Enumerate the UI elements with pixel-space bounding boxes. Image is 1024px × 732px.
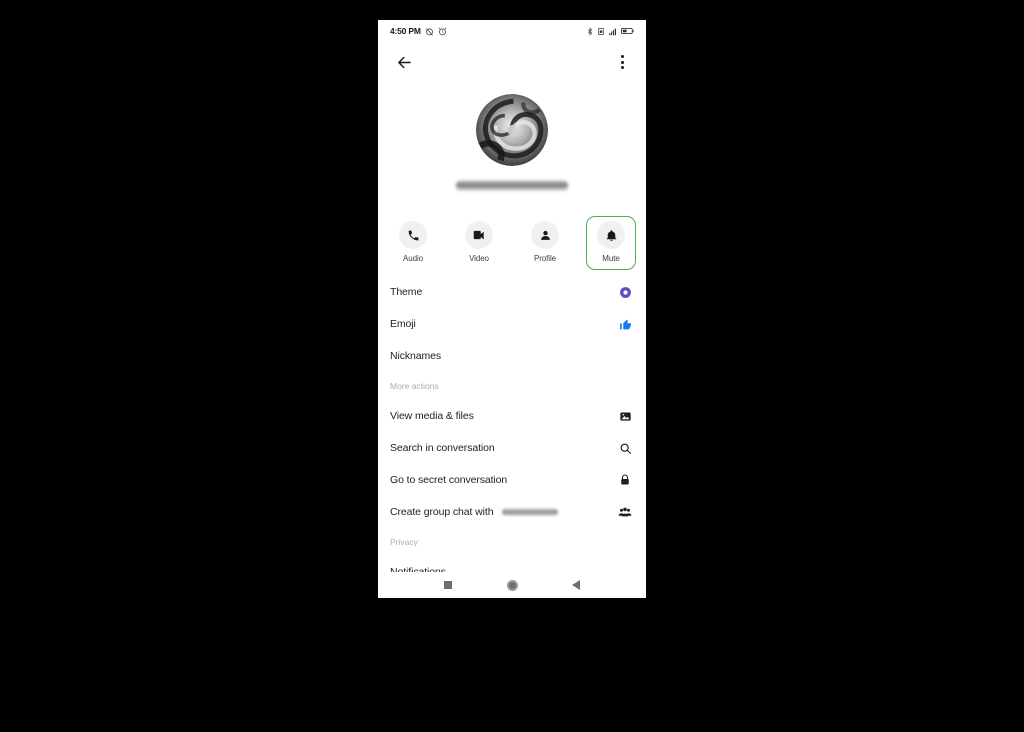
- square-icon: [444, 581, 452, 589]
- more-vertical-icon: [620, 66, 624, 69]
- section-header-privacy: Privacy: [390, 537, 418, 547]
- phone-icon: [408, 230, 418, 240]
- nav-back-button[interactable]: [567, 576, 585, 594]
- action-audio-label: Audio: [403, 254, 423, 263]
- phone-screen: 4:50 PM Audio Video Profile Mute Theme E…: [378, 20, 646, 598]
- profile-name-redacted: [456, 180, 568, 191]
- list-item-nicknames[interactable]: Nicknames: [378, 340, 646, 372]
- list-item-label-group: Create group chat with: [390, 506, 559, 518]
- list-item-label: Create group chat with: [390, 506, 494, 518]
- quick-actions-row: Audio Video Profile Mute: [378, 216, 646, 272]
- action-video[interactable]: Video: [454, 216, 504, 264]
- action-audio[interactable]: Audio: [388, 216, 438, 264]
- action-audio-circle: [399, 221, 427, 249]
- list-item-view-media-files[interactable]: View media & files: [378, 400, 646, 432]
- status-bar-clock: 4:50 PM: [390, 26, 421, 36]
- list-item-theme[interactable]: Theme: [378, 276, 646, 308]
- nav-recents-button[interactable]: [439, 576, 457, 594]
- triangle-back-icon: [572, 580, 580, 590]
- alarm-off-icon: [425, 27, 433, 35]
- avatar[interactable]: [476, 94, 548, 166]
- status-bar: 4:50 PM: [378, 20, 646, 42]
- action-mute-circle: [597, 221, 625, 249]
- action-video-label: Video: [469, 254, 489, 263]
- app-bar: [378, 42, 646, 82]
- image-icon: [616, 407, 634, 425]
- more-vertical-icon: [620, 55, 624, 58]
- sim-card-icon: [598, 27, 604, 35]
- section-header-more-actions: More actions: [390, 381, 439, 391]
- group-icon: [616, 503, 634, 521]
- screenshot-canvas: 4:50 PM Audio Video Profile Mute Theme E…: [0, 0, 1024, 732]
- status-bar-right: [586, 26, 634, 36]
- person-icon: [540, 230, 550, 240]
- nav-home-button[interactable]: [503, 576, 521, 594]
- action-mute[interactable]: Mute: [586, 216, 636, 270]
- battery-icon: [621, 27, 634, 35]
- list-item-label: Nicknames: [390, 350, 442, 362]
- list-item-create-group-chat[interactable]: Create group chat with: [378, 496, 646, 528]
- bluetooth-icon: [588, 26, 593, 36]
- settings-list: Theme Emoji Nicknames More actions View …: [378, 276, 646, 588]
- action-profile-circle: [531, 221, 559, 249]
- overflow-menu-button[interactable]: [612, 50, 632, 74]
- list-item-go-to-secret-conversation[interactable]: Go to secret conversation: [378, 464, 646, 496]
- android-nav-bar: [378, 572, 646, 598]
- action-profile-label: Profile: [534, 254, 556, 263]
- circle-icon: [506, 579, 518, 591]
- list-item-label: Emoji: [390, 318, 416, 330]
- bell-icon: [606, 229, 616, 241]
- contact-name-redacted: [502, 508, 559, 516]
- action-profile[interactable]: Profile: [520, 216, 570, 264]
- list-item-label: View media & files: [390, 410, 474, 422]
- videocam-icon: [473, 230, 484, 240]
- profile-hero: [378, 82, 646, 210]
- back-button[interactable]: [392, 50, 416, 74]
- thumbs-up-icon: [616, 315, 634, 333]
- arrow-left-icon: [397, 56, 411, 68]
- swirl-avatar-image: [476, 94, 548, 166]
- signal-bars-icon: [609, 28, 616, 35]
- clock-icon: [438, 27, 446, 35]
- list-item-label: Go to secret conversation: [390, 474, 508, 486]
- more-vertical-icon: [620, 60, 624, 64]
- list-item-label: Search in conversation: [390, 442, 495, 454]
- list-item-search-in-conversation[interactable]: Search in conversation: [378, 432, 646, 464]
- action-video-circle: [465, 221, 493, 249]
- lock-icon: [616, 471, 634, 489]
- list-item-emoji[interactable]: Emoji: [378, 308, 646, 340]
- list-item-label: Theme: [390, 286, 423, 298]
- search-icon: [616, 439, 634, 457]
- theme-circle-icon: [616, 283, 634, 301]
- action-mute-label: Mute: [602, 254, 620, 263]
- status-bar-left: 4:50 PM: [390, 26, 447, 36]
